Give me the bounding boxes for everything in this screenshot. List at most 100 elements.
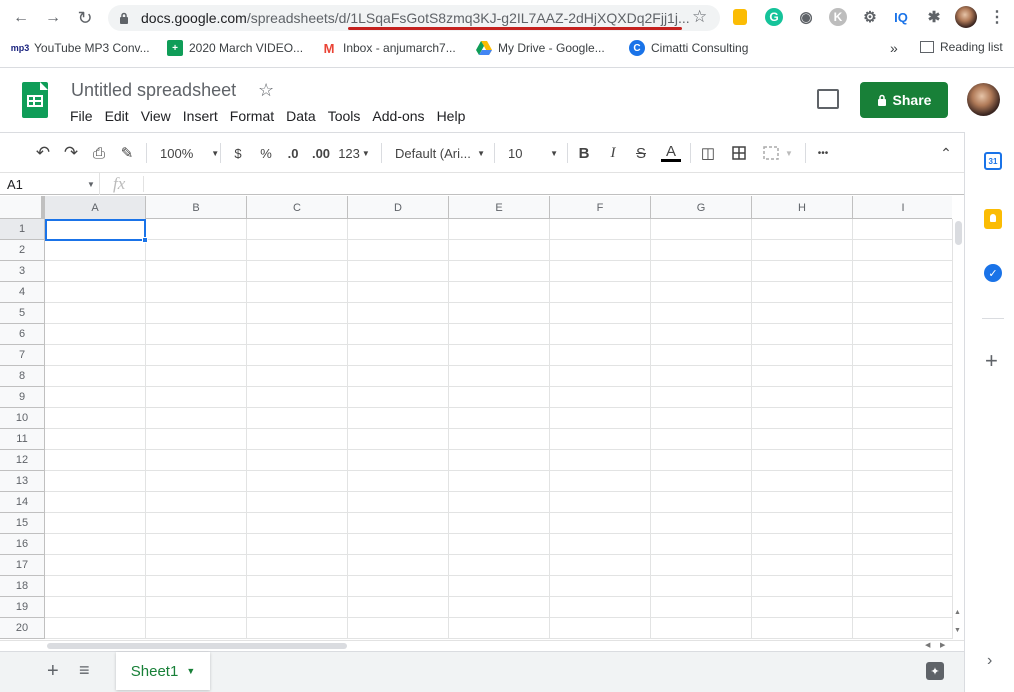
horizontal-scroll-thumb[interactable] <box>47 643 347 649</box>
select-all-corner[interactable] <box>0 196 45 219</box>
merge-cells-icon[interactable]: ▼ <box>760 143 796 163</box>
row-header[interactable]: 6 <box>0 324 45 345</box>
column-header[interactable]: F <box>550 196 651 219</box>
menu-tools[interactable]: Tools <box>328 107 361 125</box>
kebab-menu-icon[interactable]: ⋮ <box>988 8 1006 26</box>
camera-icon[interactable]: ◉ <box>797 8 815 26</box>
bookmark-2020-march[interactable]: + 2020 March VIDEO... <box>167 40 303 56</box>
row-header[interactable]: 10 <box>0 408 45 429</box>
scroll-up-icon[interactable]: ▲ <box>954 609 961 616</box>
scroll-down-icon[interactable]: ▼ <box>954 627 961 634</box>
account-avatar[interactable] <box>967 83 1000 116</box>
sheets-logo[interactable] <box>22 82 48 118</box>
collapse-toolbar-icon[interactable]: ⌃ <box>936 143 956 163</box>
expand-panel-icon[interactable]: › <box>987 652 992 670</box>
row-header[interactable]: 3 <box>0 261 45 282</box>
bold-button[interactable]: B <box>576 143 592 163</box>
row-header[interactable]: 4 <box>0 282 45 303</box>
font-size-select[interactable]: 10 ▼ <box>508 143 558 163</box>
row-header[interactable]: 13 <box>0 471 45 492</box>
explore-icon[interactable]: ✦ <box>926 662 944 680</box>
row-header[interactable]: 7 <box>0 345 45 366</box>
scroll-left-icon[interactable]: ◀ <box>925 641 930 649</box>
all-sheets-icon[interactable]: ≡ <box>79 660 90 681</box>
bookmark-youtube-mp3[interactable]: mp3 YouTube MP3 Conv... <box>11 40 150 56</box>
forward-icon[interactable]: → <box>42 7 64 29</box>
vertical-scroll-thumb[interactable] <box>955 221 962 245</box>
print-icon[interactable]: ⎙ <box>89 143 109 163</box>
menu-format[interactable]: Format <box>230 107 274 125</box>
currency-format-button[interactable]: $ <box>230 143 246 163</box>
reading-list-button[interactable]: Reading list <box>920 40 1003 54</box>
spreadsheet-grid[interactable]: ABCDEFGHI 1 2 3 4 5 6 7 8 9 10 11 12 13 14 15 16 17 18 19 2… <box>0 196 952 639</box>
row-header[interactable]: 2 <box>0 240 45 261</box>
italic-button[interactable]: I <box>605 143 621 163</box>
column-header[interactable]: G <box>651 196 752 219</box>
row-header[interactable]: 5 <box>0 303 45 324</box>
row-header[interactable]: 12 <box>0 450 45 471</box>
comment-history-icon[interactable] <box>817 89 839 109</box>
row-header[interactable]: 16 <box>0 534 45 555</box>
row-header[interactable]: 20 <box>0 618 45 639</box>
increase-decimal-button[interactable]: .00 <box>310 143 332 163</box>
sheet-tab[interactable]: Sheet1 ▼ <box>116 652 210 690</box>
notes-extension-icon[interactable] <box>733 9 747 25</box>
row-header[interactable]: 11 <box>0 429 45 450</box>
keep-icon[interactable] <box>984 209 1002 229</box>
scroll-right-icon[interactable]: ▶ <box>940 641 945 649</box>
menu-addons[interactable]: Add-ons <box>372 107 424 125</box>
menu-file[interactable]: File <box>70 107 93 125</box>
row-header[interactable]: 1 <box>0 219 45 240</box>
row-header[interactable]: 14 <box>0 492 45 513</box>
row-header[interactable]: 8 <box>0 366 45 387</box>
font-family-select[interactable]: Default (Ari... ▼ <box>395 143 485 163</box>
vertical-scrollbar[interactable]: ▲ ▼ <box>952 219 964 639</box>
menu-data[interactable]: Data <box>286 107 316 125</box>
column-header[interactable]: A <box>45 196 146 219</box>
row-header[interactable]: 19 <box>0 597 45 618</box>
share-button[interactable]: Share <box>860 82 948 118</box>
column-header[interactable]: E <box>449 196 550 219</box>
bookmark-star-icon[interactable]: ☆ <box>692 7 707 27</box>
column-header[interactable]: D <box>348 196 449 219</box>
row-header[interactable]: 18 <box>0 576 45 597</box>
strikethrough-button[interactable]: S <box>633 143 649 163</box>
name-box[interactable]: A1 ▼ <box>0 173 100 195</box>
back-icon[interactable]: ← <box>10 7 32 29</box>
formula-input[interactable] <box>150 173 960 195</box>
more-bookmarks-icon[interactable]: » <box>890 40 898 56</box>
menu-edit[interactable]: Edit <box>105 107 129 125</box>
paint-format-icon[interactable]: ✎ <box>117 143 137 163</box>
row-header[interactable]: 9 <box>0 387 45 408</box>
column-header[interactable]: C <box>247 196 348 219</box>
iq-extension-icon[interactable]: IQ <box>892 8 910 26</box>
more-formats-select[interactable]: 123 ▼ <box>338 143 370 163</box>
fill-color-icon[interactable]: ◫ <box>698 143 718 163</box>
more-options-icon[interactable]: ••• <box>813 143 833 163</box>
grammarly-icon[interactable]: G <box>765 8 783 26</box>
bookmark-inbox[interactable]: M Inbox - anjumarch7... <box>321 40 456 56</box>
menu-view[interactable]: View <box>141 107 171 125</box>
bookmark-my-drive[interactable]: My Drive - Google... <box>476 40 605 56</box>
k-extension-icon[interactable]: K <box>829 8 847 26</box>
text-color-button[interactable]: A <box>660 143 682 163</box>
column-header[interactable]: B <box>146 196 247 219</box>
zoom-select[interactable]: 100% ▼ <box>160 143 219 163</box>
puzzle-icon[interactable]: ✱ <box>925 8 943 26</box>
borders-icon[interactable] <box>730 143 748 163</box>
tasks-icon[interactable]: ✓ <box>984 264 1002 282</box>
address-bar[interactable]: docs.google.com/spreadsheets/d/1LSqaFsGo… <box>108 5 720 31</box>
profile-avatar[interactable] <box>955 6 977 28</box>
redo-icon[interactable]: ↷ <box>61 143 81 163</box>
add-sheet-icon[interactable]: + <box>47 660 59 683</box>
document-title[interactable]: Untitled spreadsheet <box>71 80 236 101</box>
get-addons-icon[interactable]: + <box>985 348 998 374</box>
reload-icon[interactable]: ↻ <box>74 7 96 29</box>
column-header[interactable]: I <box>853 196 952 219</box>
menu-insert[interactable]: Insert <box>183 107 218 125</box>
selected-cell[interactable] <box>45 219 146 241</box>
percent-format-button[interactable]: % <box>258 143 274 163</box>
gear-extension-icon[interactable]: ⚙ <box>861 8 879 26</box>
horizontal-scrollbar[interactable]: ◀ ▶ <box>0 640 964 651</box>
row-header[interactable]: 15 <box>0 513 45 534</box>
